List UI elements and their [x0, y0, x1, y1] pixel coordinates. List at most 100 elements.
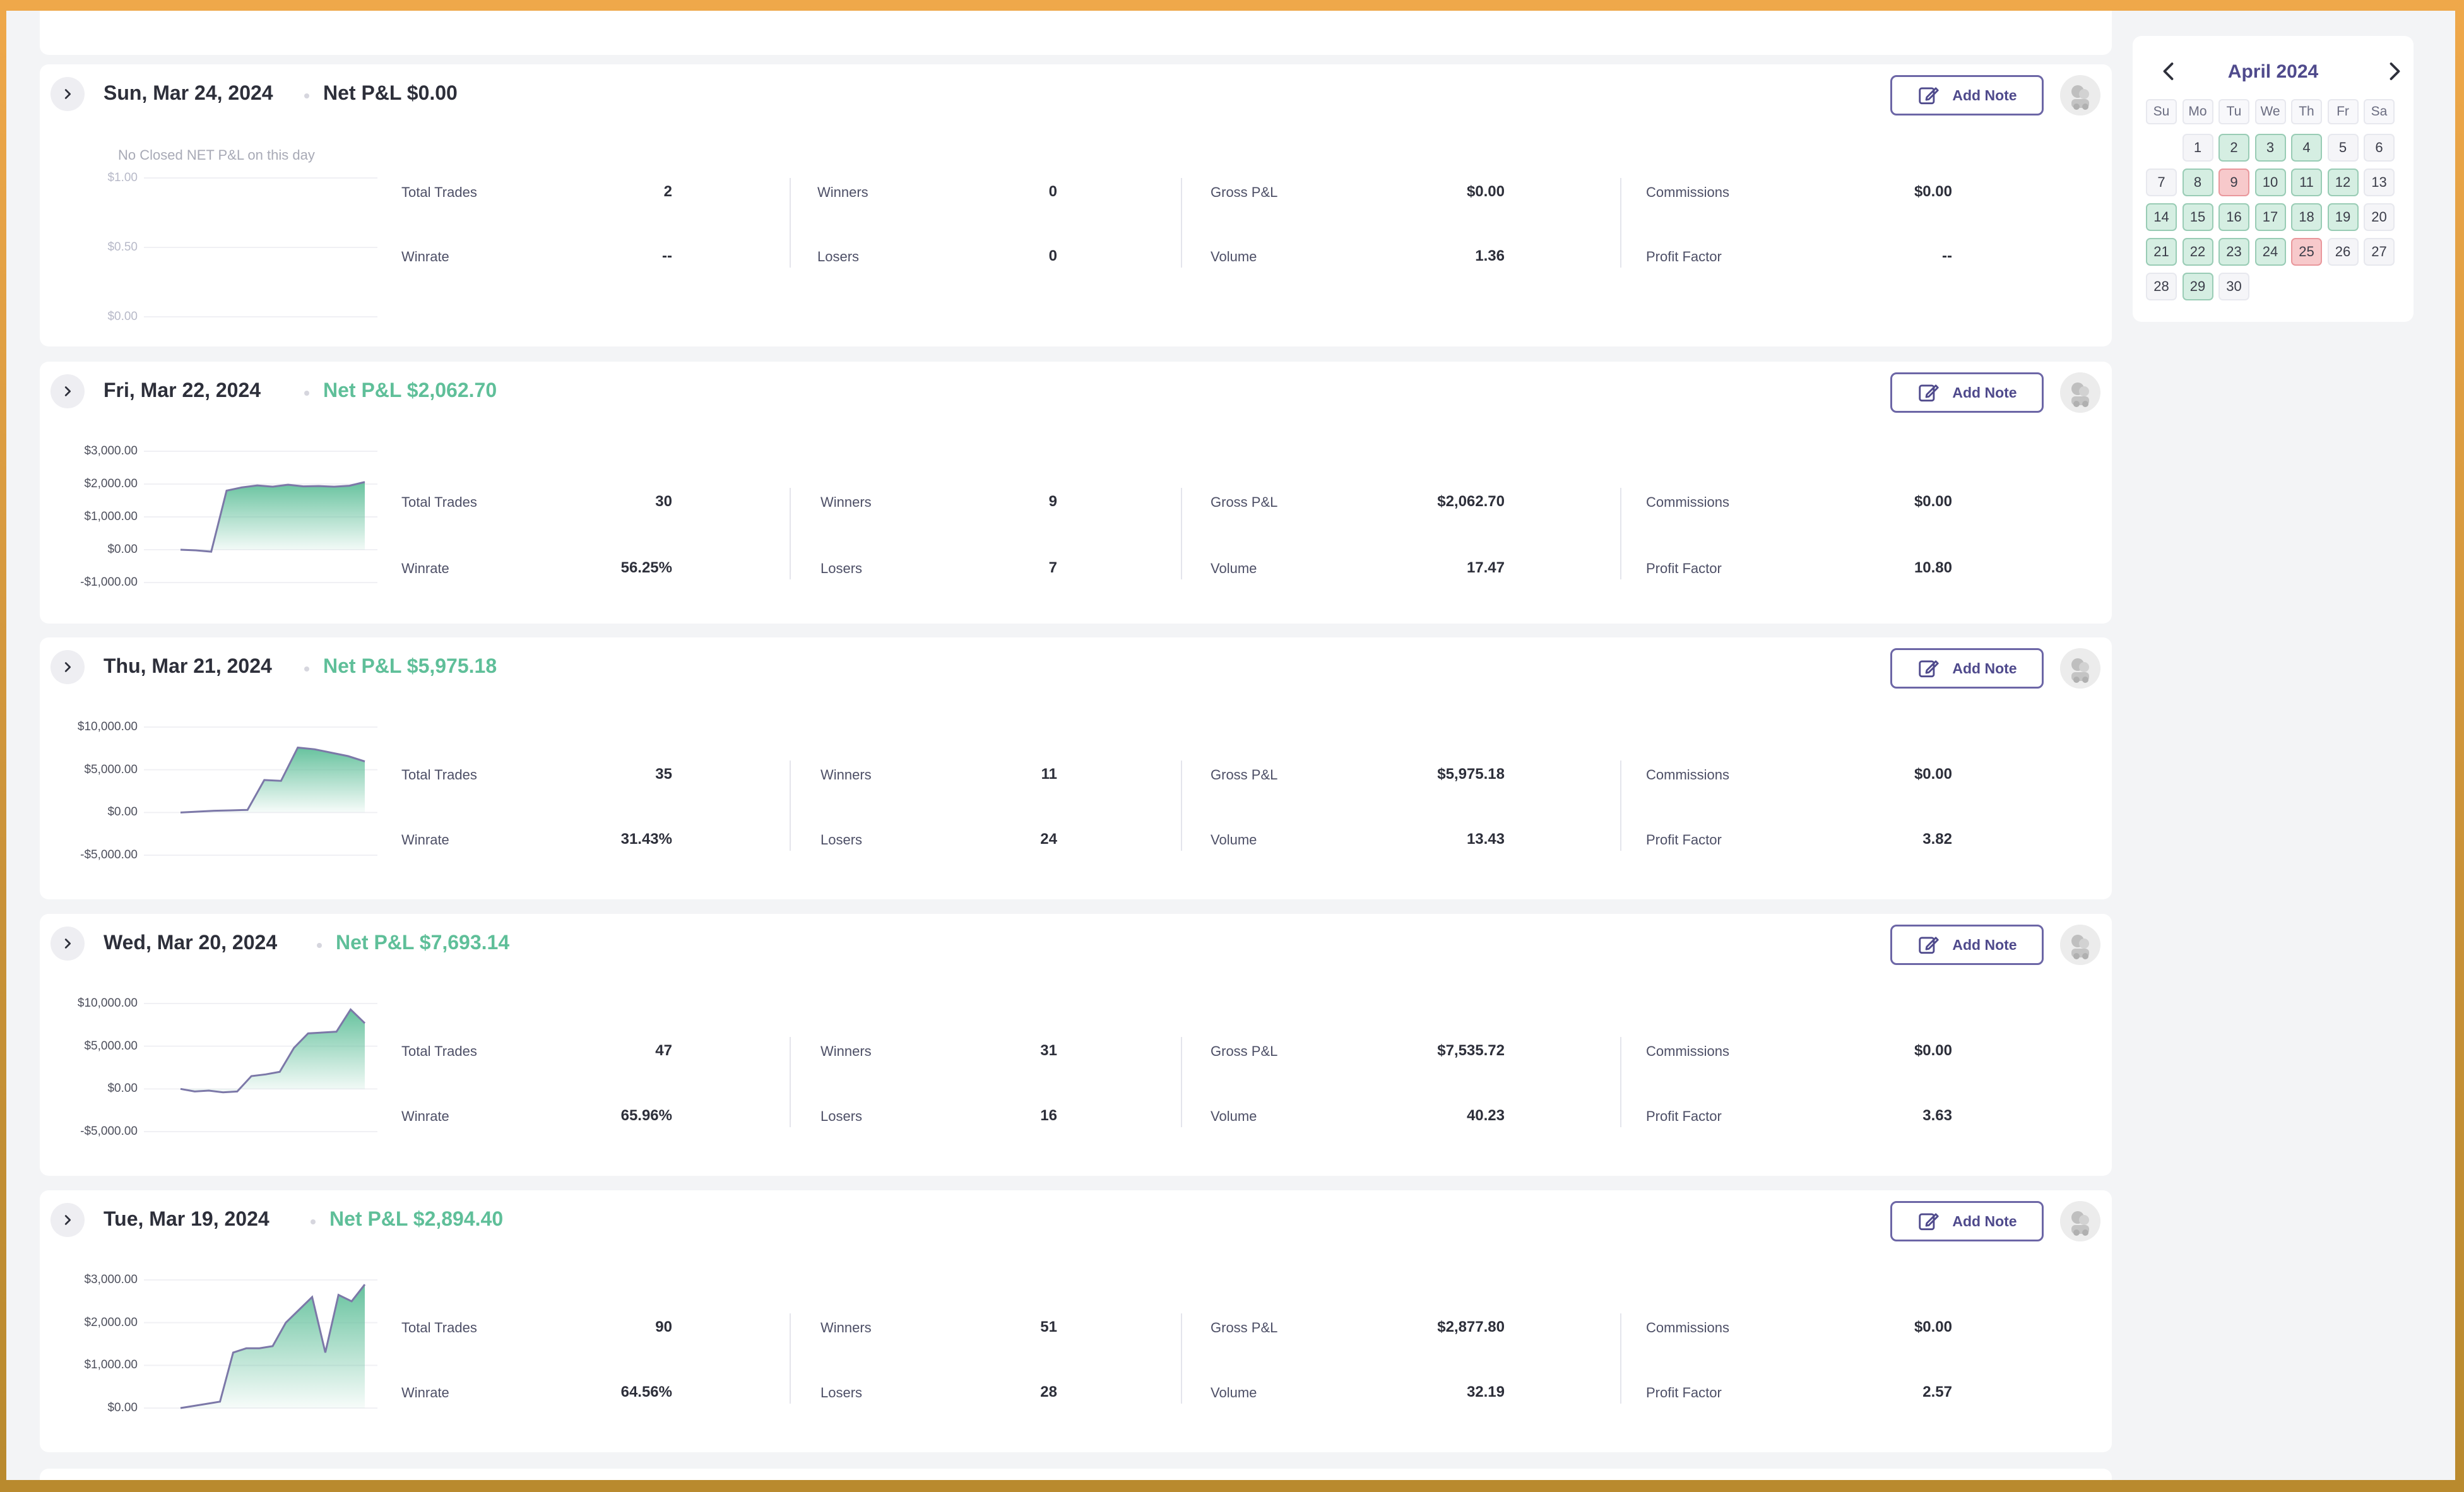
calendar-day[interactable]: 13 — [2364, 169, 2395, 196]
stat-value-profit-factor: 10.80 — [1914, 559, 1952, 576]
stat-value-losers: 0 — [1048, 247, 1057, 264]
stat-label-commissions: Commissions — [1646, 184, 1730, 200]
chevron-right-icon — [64, 1215, 71, 1225]
calendar-day[interactable]: 30 — [2218, 273, 2249, 300]
calendar-day[interactable]: 9 — [2218, 169, 2249, 196]
stat-value-winrate: -- — [662, 247, 672, 264]
calendar-day[interactable]: 17 — [2254, 203, 2286, 231]
chevron-right-icon — [64, 89, 71, 99]
calendar-day[interactable]: 22 — [2182, 238, 2213, 266]
chart-y-tick: $0.00 — [107, 1082, 138, 1096]
stat-value-total-trades: 2 — [663, 183, 672, 200]
calendar-day[interactable]: 14 — [2146, 203, 2177, 231]
stat-label-winrate: Winrate — [401, 832, 449, 848]
chevron-right-icon — [64, 386, 71, 396]
column-divider — [790, 1313, 791, 1404]
calendar-day[interactable]: 12 — [2327, 169, 2359, 196]
calendar-month-title: April 2024 — [2227, 61, 2319, 82]
add-note-button[interactable]: Add Note — [1890, 925, 2044, 965]
stat-value-winrate: 65.96% — [620, 1107, 672, 1124]
weekday-header: Th — [2291, 99, 2322, 124]
expand-day-button[interactable] — [50, 374, 85, 408]
stat-label-losers: Losers — [817, 249, 860, 264]
calendar-day[interactable]: 28 — [2146, 273, 2177, 300]
calendar-day[interactable]: 4 — [2291, 134, 2322, 162]
stat-value-winrate: 31.43% — [620, 831, 672, 848]
add-note-button[interactable]: Add Note — [1890, 75, 2044, 115]
chart-y-tick: -$5,000.00 — [80, 848, 138, 861]
calendar-day[interactable]: 29 — [2182, 273, 2213, 300]
calendar-day[interactable]: 8 — [2182, 169, 2213, 196]
avatar[interactable] — [2060, 372, 2100, 413]
chart-y-tick: $0.00 — [107, 805, 138, 819]
stat-label-losers: Losers — [820, 832, 863, 848]
intraday-pnl-chart — [144, 726, 377, 856]
add-note-label: Add Note — [1952, 384, 2017, 401]
calendar-day[interactable]: 15 — [2182, 203, 2213, 231]
stat-label-commissions: Commissions — [1646, 1320, 1730, 1335]
calendar-day[interactable]: 7 — [2146, 169, 2177, 196]
stat-label-gross-pnl: Gross P&L — [1211, 494, 1278, 510]
calendar-day[interactable]: 20 — [2364, 203, 2395, 231]
avatar[interactable] — [2060, 1201, 2100, 1241]
chart-y-tick: -$5,000.00 — [80, 1125, 138, 1138]
stat-value-total-trades: 47 — [655, 1042, 672, 1059]
avatar[interactable] — [2060, 648, 2100, 689]
calendar-day[interactable]: 11 — [2291, 169, 2322, 196]
day-card: Wed, Mar 20, 2024 Net P&L $7,693.14 Add No… — [40, 914, 2112, 1176]
calendar-day[interactable]: 24 — [2254, 238, 2286, 266]
calendar-day[interactable]: 19 — [2327, 203, 2359, 231]
column-divider — [790, 1037, 791, 1127]
stat-value-winners: 11 — [1041, 766, 1057, 783]
expand-day-button[interactable] — [50, 927, 85, 961]
stat-value-winners: 31 — [1040, 1042, 1057, 1059]
stat-label-gross-pnl: Gross P&L — [1211, 1320, 1278, 1335]
calendar-day[interactable]: 6 — [2364, 134, 2395, 162]
stat-label-winrate: Winrate — [401, 560, 449, 576]
calendar-day[interactable]: 5 — [2327, 134, 2359, 162]
stat-label-winrate: Winrate — [401, 1108, 449, 1124]
avatar-image — [2060, 648, 2100, 689]
expand-day-button[interactable] — [50, 77, 85, 111]
stat-value-losers: 16 — [1040, 1107, 1057, 1124]
chart-y-tick: $2,000.00 — [84, 477, 138, 490]
add-note-button[interactable]: Add Note — [1890, 372, 2044, 413]
stat-value-losers: 28 — [1040, 1383, 1057, 1400]
chevron-right-icon[interactable] — [2383, 60, 2405, 83]
calendar-day[interactable]: 16 — [2218, 203, 2249, 231]
calendar-day[interactable]: 2 — [2218, 134, 2249, 162]
calendar-day[interactable]: 27 — [2364, 238, 2395, 266]
chart-y-tick: $10,000.00 — [77, 720, 138, 733]
edit-note-icon — [1919, 384, 1940, 402]
calendar-day[interactable]: 21 — [2146, 238, 2177, 266]
add-note-label: Add Note — [1952, 936, 2017, 953]
avatar[interactable] — [2060, 75, 2100, 115]
calendar-day[interactable]: 18 — [2291, 203, 2322, 231]
expand-day-button[interactable] — [50, 1203, 85, 1237]
chart-y-tick: $0.50 — [107, 240, 138, 254]
stat-label-losers: Losers — [820, 1108, 863, 1124]
calendar-day[interactable]: 1 — [2182, 134, 2213, 162]
stat-value-commissions: $0.00 — [1914, 766, 1952, 783]
stat-label-winners: Winners — [820, 767, 872, 783]
calendar-day[interactable]: 23 — [2218, 238, 2249, 266]
calendar-day[interactable]: 10 — [2254, 169, 2286, 196]
calendar-day[interactable]: 25 — [2291, 238, 2322, 266]
stat-value-gross-pnl: $7,535.72 — [1437, 1042, 1505, 1059]
add-note-button[interactable]: Add Note — [1890, 1201, 2044, 1241]
stat-value-commissions: $0.00 — [1914, 493, 1952, 510]
stat-label-gross-pnl: Gross P&L — [1211, 184, 1278, 200]
avatar-image — [2060, 1201, 2100, 1241]
stat-value-total-trades: 90 — [655, 1318, 672, 1335]
stat-label-gross-pnl: Gross P&L — [1211, 767, 1278, 783]
stat-value-gross-pnl: $5,975.18 — [1437, 766, 1505, 783]
stat-label-volume: Volume — [1211, 1108, 1257, 1124]
stat-label-winrate: Winrate — [401, 1385, 449, 1400]
stat-label-winners: Winners — [820, 494, 872, 510]
expand-day-button[interactable] — [50, 650, 85, 684]
calendar-day[interactable]: 26 — [2327, 238, 2359, 266]
edit-note-icon — [1919, 87, 1940, 105]
calendar-day[interactable]: 3 — [2254, 134, 2286, 162]
avatar[interactable] — [2060, 925, 2100, 965]
add-note-button[interactable]: Add Note — [1890, 648, 2044, 689]
